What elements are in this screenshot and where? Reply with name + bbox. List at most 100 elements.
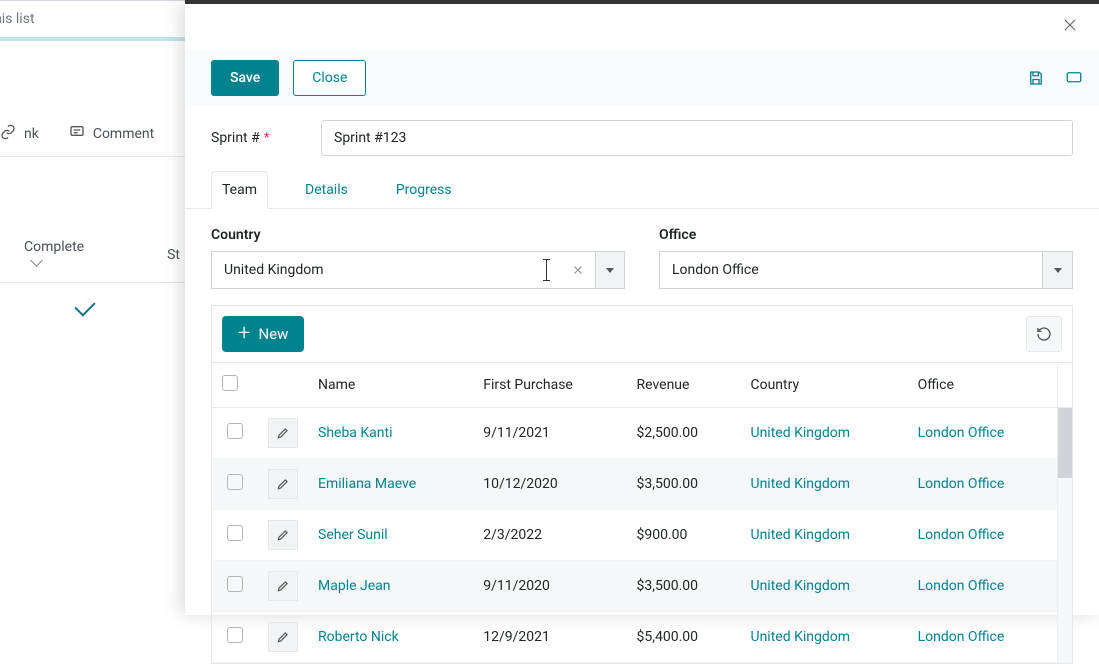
row-name[interactable]: Roberto Nick — [318, 629, 399, 645]
col-country[interactable]: Country — [740, 363, 907, 408]
background-header-row: Complete St — [0, 227, 200, 283]
table-row[interactable]: Sheba Kanti 9/11/2021 $2,500.00 United K… — [212, 408, 1072, 459]
edit-row-button[interactable] — [268, 469, 298, 499]
tab-details[interactable]: Details — [294, 171, 359, 209]
row-revenue: $3,500.00 — [627, 561, 741, 612]
office-filter: Office London Office — [659, 227, 1073, 289]
row-name[interactable]: Sheba Kanti — [318, 425, 393, 441]
background-row-1[interactable] — [0, 283, 200, 329]
table-header-row: Name First Purchase Revenue Country Offi… — [212, 363, 1072, 408]
new-button[interactable]: + New — [222, 316, 304, 352]
row-name[interactable]: Emiliana Maeve — [318, 476, 416, 492]
country-dropdown-button[interactable] — [595, 251, 625, 289]
col-revenue[interactable]: Revenue — [627, 363, 741, 408]
pencil-icon — [276, 630, 290, 644]
comment-icon — [69, 124, 85, 144]
col-first-purchase[interactable]: First Purchase — [473, 363, 626, 408]
country-clear-button[interactable] — [561, 251, 595, 289]
row-name[interactable]: Seher Sunil — [318, 527, 388, 543]
office-dropdown-button[interactable] — [1043, 251, 1073, 289]
office-combo-text[interactable]: London Office — [659, 251, 1043, 289]
check-icon — [74, 295, 95, 316]
select-all-checkbox[interactable] — [222, 375, 238, 391]
row-office[interactable]: London Office — [918, 578, 1005, 594]
row-country[interactable]: United Kingdom — [750, 425, 850, 441]
pencil-icon — [276, 477, 290, 491]
panel-action-bar: Save Close — [185, 50, 1099, 106]
row-office[interactable]: London Office — [918, 425, 1005, 441]
grid-toolbar: + New — [212, 306, 1072, 362]
row-first-purchase: 12/9/2021 — [473, 612, 626, 663]
tab-progress[interactable]: Progress — [385, 171, 463, 209]
row-first-purchase: 10/12/2020 — [473, 459, 626, 510]
row-first-purchase: 9/11/2020 — [473, 561, 626, 612]
bg-link-action[interactable]: nk — [0, 124, 39, 144]
office-combo[interactable]: London Office — [659, 251, 1073, 289]
comment-alt-icon[interactable] — [1065, 69, 1083, 87]
search-placeholder: ch this list — [0, 11, 35, 27]
row-country[interactable]: United Kingdom — [750, 476, 850, 492]
bg-comment-label: Comment — [93, 126, 154, 142]
col-office[interactable]: Office — [908, 363, 1058, 408]
row-checkbox[interactable] — [227, 525, 243, 541]
country-label: Country — [211, 227, 625, 243]
save-button[interactable]: Save — [211, 60, 279, 96]
sprint-label: Sprint #* — [211, 130, 291, 146]
office-label: Office — [659, 227, 1073, 243]
row-office[interactable]: London Office — [918, 476, 1005, 492]
edit-row-button[interactable] — [268, 571, 298, 601]
row-revenue: $3,500.00 — [627, 459, 741, 510]
country-combo[interactable]: United Kingdom — [211, 251, 625, 289]
refresh-icon — [1036, 326, 1052, 342]
row-name[interactable]: Maple Jean — [318, 578, 391, 594]
chevron-down-icon — [1054, 268, 1062, 273]
panel-header — [185, 4, 1099, 50]
row-checkbox[interactable] — [227, 423, 243, 439]
pencil-icon — [276, 426, 290, 440]
row-revenue: $5,400.00 — [627, 612, 741, 663]
row-checkbox[interactable] — [227, 576, 243, 592]
background-active-indicator — [0, 37, 200, 41]
refresh-button[interactable] — [1026, 316, 1062, 352]
row-office[interactable]: London Office — [918, 629, 1005, 645]
team-grid: + New Name First Purchase Revenue Countr… — [211, 305, 1073, 664]
row-office[interactable]: London Office — [918, 527, 1005, 543]
table-row[interactable]: Emiliana Maeve 10/12/2020 $3,500.00 Unit… — [212, 459, 1072, 510]
country-combo-text[interactable]: United Kingdom — [211, 251, 561, 289]
pencil-icon — [276, 528, 290, 542]
scrollbar-thumb[interactable] — [1058, 408, 1072, 478]
new-button-label: New — [258, 325, 288, 343]
sprint-input[interactable] — [321, 120, 1073, 156]
row-revenue: $2,500.00 — [627, 408, 741, 459]
background-toolbar: nk Comment D — [0, 111, 200, 157]
table-row[interactable]: Maple Jean 9/11/2020 $3,500.00 United Ki… — [212, 561, 1072, 612]
row-first-purchase: 2/3/2022 — [473, 510, 626, 561]
background-search-input[interactable]: ch this list — [0, 0, 200, 38]
save-alt-icon[interactable] — [1027, 69, 1045, 87]
row-revenue: $900.00 — [627, 510, 741, 561]
bg-link-label: nk — [24, 126, 39, 142]
pencil-icon — [276, 579, 290, 593]
row-checkbox[interactable] — [227, 474, 243, 490]
table-row[interactable]: Roberto Nick 12/9/2021 $5,400.00 United … — [212, 612, 1072, 663]
tab-team[interactable]: Team — [211, 171, 268, 209]
bg-comment-action[interactable]: Comment — [69, 124, 154, 144]
col-name[interactable]: Name — [308, 363, 473, 408]
row-country[interactable]: United Kingdom — [750, 629, 850, 645]
edit-row-button[interactable] — [268, 622, 298, 652]
close-icon[interactable] — [1055, 15, 1085, 39]
edit-row-button[interactable] — [268, 418, 298, 448]
chevron-down-icon — [606, 268, 614, 273]
required-indicator: * — [264, 130, 270, 146]
panel-tabs: Team Details Progress — [185, 170, 1099, 209]
close-button[interactable]: Close — [293, 60, 366, 96]
edit-panel: Save Close Sprint #* Team Details Progre… — [185, 0, 1099, 615]
row-country[interactable]: United Kingdom — [750, 527, 850, 543]
bg-col-complete[interactable]: Complete — [4, 239, 107, 271]
table-row[interactable]: Seher Sunil 2/3/2022 $900.00 United King… — [212, 510, 1072, 561]
row-country[interactable]: United Kingdom — [750, 578, 850, 594]
team-table: Name First Purchase Revenue Country Offi… — [212, 362, 1072, 663]
row-checkbox[interactable] — [227, 627, 243, 643]
text-cursor-icon — [546, 261, 547, 279]
edit-row-button[interactable] — [268, 520, 298, 550]
